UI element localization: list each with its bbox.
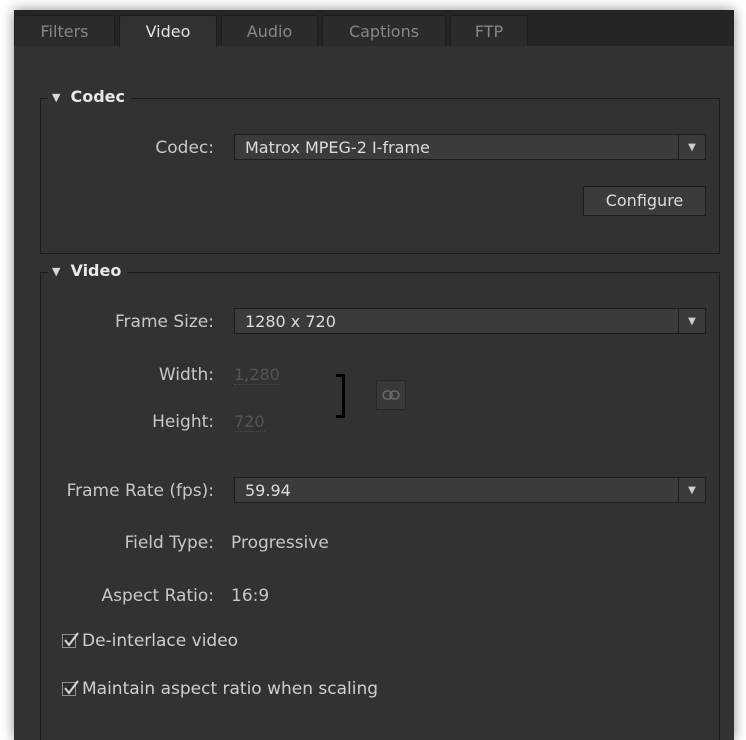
chevron-down-icon: ▼ (678, 135, 705, 159)
export-settings-panel: Filters Video Audio Captions FTP ▼ Codec … (14, 10, 734, 740)
field-type-label: Field Type: (124, 533, 214, 553)
maintain-aspect-label: Maintain aspect ratio when scaling (82, 679, 379, 699)
codec-label: Codec: (155, 138, 214, 158)
deinterlace-checkbox[interactable] (62, 632, 79, 648)
frame-rate-value: 59.94 (245, 481, 291, 500)
disclosure-triangle-icon: ▼ (52, 265, 61, 278)
video-section-title: Video (70, 261, 122, 280)
tab-bar: Filters Video Audio Captions FTP (14, 10, 734, 47)
width-value[interactable]: 1,280 (234, 366, 280, 385)
tab-audio[interactable]: Audio (221, 15, 318, 46)
maintain-aspect-checkbox[interactable] (62, 680, 79, 696)
maintain-aspect-row[interactable]: Maintain aspect ratio when scaling (62, 678, 378, 700)
configure-button[interactable]: Configure (583, 186, 706, 216)
checkmark-icon (64, 680, 79, 695)
aspect-ratio-label: Aspect Ratio: (101, 586, 214, 606)
video-section-header[interactable]: ▼ Video (48, 260, 128, 282)
width-label: Width: (158, 365, 214, 385)
codec-select-value: Matrox MPEG-2 I-frame (245, 138, 430, 157)
tab-filters[interactable]: Filters (14, 15, 115, 46)
deinterlace-label: De-interlace video (82, 631, 239, 651)
codec-section-title: Codec (70, 87, 125, 106)
codec-section-header[interactable]: ▼ Codec (48, 86, 131, 108)
tab-ftp[interactable]: FTP (450, 15, 528, 46)
video-group (40, 272, 720, 740)
frame-size-select[interactable]: 1280 x 720 ▼ (234, 308, 706, 334)
aspect-ratio-value: 16:9 (231, 586, 270, 606)
chevron-down-icon: ▼ (678, 309, 705, 333)
height-label: Height: (152, 412, 214, 432)
chain-link-icon (382, 385, 400, 405)
tab-video[interactable]: Video (119, 15, 217, 47)
height-value[interactable]: 720 (234, 413, 265, 432)
checkmark-icon (64, 632, 79, 647)
frame-rate-label: Frame Rate (fps): (66, 481, 214, 501)
constrain-proportions-button[interactable] (376, 380, 406, 410)
frame-size-label: Frame Size: (115, 312, 214, 332)
codec-select[interactable]: Matrox MPEG-2 I-frame ▼ (234, 134, 706, 160)
chevron-down-icon: ▼ (678, 478, 705, 502)
disclosure-triangle-icon: ▼ (52, 91, 61, 104)
deinterlace-row[interactable]: De-interlace video (62, 630, 238, 652)
field-type-value: Progressive (231, 533, 329, 553)
frame-size-value: 1280 x 720 (245, 312, 336, 331)
tab-captions[interactable]: Captions (322, 15, 446, 46)
codec-group (40, 98, 720, 254)
frame-rate-select[interactable]: 59.94 ▼ (234, 477, 706, 503)
constrain-bracket (336, 374, 345, 418)
